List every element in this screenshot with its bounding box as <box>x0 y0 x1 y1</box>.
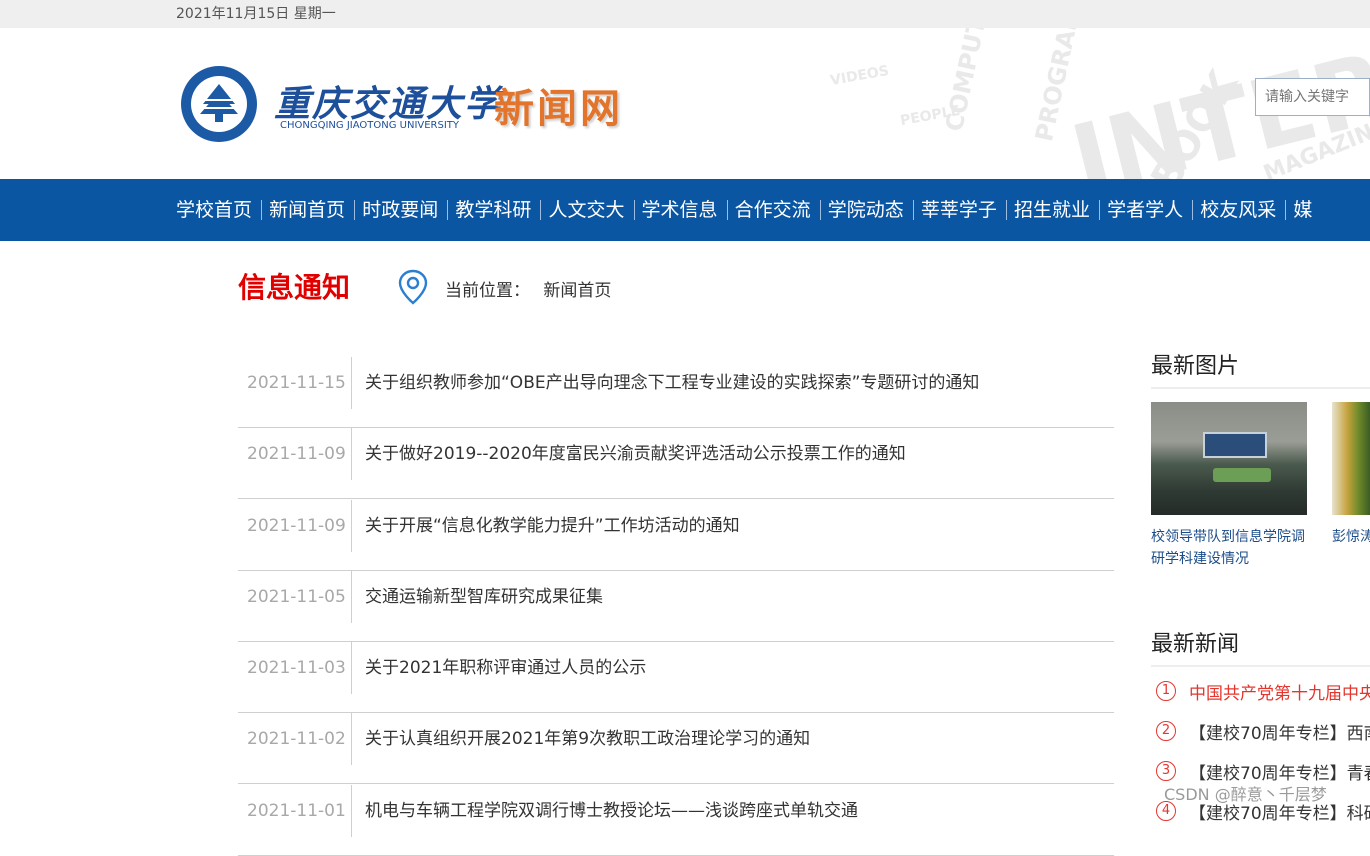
main-nav: 学校首页 新闻首页 时政要闻 教学科研 人文交大 学术信息 合作交流 学院动态 … <box>0 179 1370 241</box>
divider <box>351 784 352 837</box>
notice-list: 2021-11-15 关于组织教师参加“OBE产出导向理念下工程专业建设的实践探… <box>238 357 1114 856</box>
photo-table <box>1213 468 1271 482</box>
nav-item-alumni[interactable]: 校友风采 <box>1192 179 1282 241</box>
rank-badge: 2 <box>1156 721 1176 741</box>
notice-title[interactable]: 关于认真组织开展2021年第9次教职工政治理论学习的通知 <box>365 713 810 765</box>
divider <box>351 570 352 623</box>
notice-title[interactable]: 关于开展“信息化教学能力提升”工作坊活动的通知 <box>365 500 740 552</box>
top-date-bar: 2021年11月15日 星期一 <box>0 0 1370 28</box>
page-title: 信息通知 <box>238 271 351 304</box>
list-item[interactable]: 2021-11-01 机电与车辆工程学院双调行博士教授论坛——浅谈跨座式单轨交通 <box>238 784 1114 856</box>
list-item[interactable]: 1 中国共产党第十九届中央 <box>1151 681 1370 721</box>
nav-item-school-home[interactable]: 学校首页 <box>170 179 258 241</box>
divider <box>1151 665 1370 667</box>
current-date: 2021年11月15日 星期一 <box>176 6 336 22</box>
rank-badge: 3 <box>1156 761 1176 781</box>
photo-projector-screen <box>1203 432 1267 458</box>
list-item[interactable]: 2 【建校70周年专栏】西南 <box>1151 721 1370 761</box>
notice-title[interactable]: 交通运输新型智库研究成果征集 <box>365 571 603 623</box>
nav-item-students[interactable]: 莘莘学子 <box>912 179 1003 241</box>
divider <box>351 357 352 409</box>
watermark: CSDN @醉意丶千层梦 <box>1164 785 1327 804</box>
notice-title[interactable]: 机电与车辆工程学院双调行博士教授论坛——浅谈跨座式单轨交通 <box>365 785 858 837</box>
list-item[interactable]: 2021-11-05 交通运输新型智库研究成果征集 <box>238 570 1114 642</box>
list-item[interactable]: 2021-11-09 关于开展“信息化教学能力提升”工作坊活动的通知 <box>238 499 1114 571</box>
divider <box>1151 387 1370 389</box>
notice-date: 2021-11-05 <box>247 586 346 607</box>
seal-inner <box>191 76 247 132</box>
pine-tree-icon <box>200 84 238 122</box>
nav-item-scholars[interactable]: 学者学人 <box>1099 179 1189 241</box>
site-header: MUSIC INTER BOOK PROGRAMS COMPUTER MAGAZ… <box>0 28 1370 179</box>
rank-badge: 1 <box>1156 681 1176 701</box>
notice-date: 2021-11-09 <box>247 444 346 465</box>
university-seal-logo[interactable] <box>181 66 257 142</box>
notice-title[interactable]: 关于2021年职称评审通过人员的公示 <box>365 642 646 694</box>
latest-news-list: 1 中国共产党第十九届中央 2 【建校70周年专栏】西南 3 【建校70周年专栏… <box>1151 681 1370 841</box>
news-title[interactable]: 【建校70周年专栏】西南 <box>1189 721 1370 747</box>
list-item[interactable]: 2021-11-15 关于组织教师参加“OBE产出导向理念下工程专业建设的实践探… <box>238 357 1114 428</box>
nav-item-politics[interactable]: 时政要闻 <box>354 179 444 241</box>
news-photo[interactable] <box>1151 402 1307 515</box>
nav-item-cooperation[interactable]: 合作交流 <box>726 179 817 241</box>
nav-item-teaching-research[interactable]: 教学科研 <box>447 179 537 241</box>
site-name[interactable]: 新闻网 <box>494 76 623 134</box>
nav-item-humanities[interactable]: 人文交大 <box>540 179 630 241</box>
notice-title[interactable]: 关于组织教师参加“OBE产出导向理念下工程专业建设的实践探索”专题研讨的通知 <box>365 357 979 409</box>
list-item[interactable]: 2021-11-02 关于认真组织开展2021年第9次教职工政治理论学习的通知 <box>238 713 1114 785</box>
notice-date: 2021-11-01 <box>247 800 346 821</box>
list-item[interactable]: 4 【建校70周年专栏】科研 <box>1151 801 1370 841</box>
divider <box>351 428 352 481</box>
location-pin-icon <box>398 269 428 305</box>
nav-item-news-home[interactable]: 新闻首页 <box>261 179 351 241</box>
latest-pictures-heading: 最新图片 <box>1151 354 1240 379</box>
latest-news-heading: 最新新闻 <box>1151 632 1240 657</box>
notice-title[interactable]: 关于做好2019--2020年度富民兴渝贡献奖评选活动公示投票工作的通知 <box>365 428 906 480</box>
nav-item-college-news[interactable]: 学院动态 <box>819 179 910 241</box>
photo-caption[interactable]: 校领导带队到信息学院调研学科建设情况 <box>1151 526 1311 570</box>
breadcrumb-label: 当前位置： <box>445 281 530 301</box>
university-name-en: CHONGQING JIAOTONG UNIVERSITY <box>280 120 460 131</box>
notice-date: 2021-11-15 <box>247 373 346 393</box>
notice-date: 2021-11-03 <box>247 658 346 679</box>
list-item[interactable]: 2021-11-03 关于2021年职称评审通过人员的公示 <box>238 642 1114 714</box>
divider <box>351 642 352 695</box>
photo-caption[interactable]: 彭惊涛宁孔子 <box>1332 526 1370 548</box>
nav-item-academic[interactable]: 学术信息 <box>633 179 724 241</box>
notice-date: 2021-11-09 <box>247 515 346 536</box>
news-photo[interactable] <box>1332 402 1370 515</box>
nav-list: 学校首页 新闻首页 时政要闻 教学科研 人文交大 学术信息 合作交流 学院动态 … <box>170 179 1318 241</box>
breadcrumb-current[interactable]: 新闻首页 <box>543 281 611 301</box>
search-input[interactable] <box>1255 78 1370 116</box>
list-item[interactable]: 2021-11-09 关于做好2019--2020年度富民兴渝贡献奖评选活动公示… <box>238 428 1114 500</box>
nav-item-admission[interactable]: 招生就业 <box>1005 179 1096 241</box>
divider <box>351 713 352 766</box>
breadcrumb: 当前位置： 新闻首页 <box>445 276 611 301</box>
news-title[interactable]: 中国共产党第十九届中央 <box>1189 681 1370 707</box>
divider <box>351 499 352 552</box>
notice-date: 2021-11-02 <box>247 729 346 750</box>
nav-item-media[interactable]: 媒 <box>1285 179 1318 241</box>
